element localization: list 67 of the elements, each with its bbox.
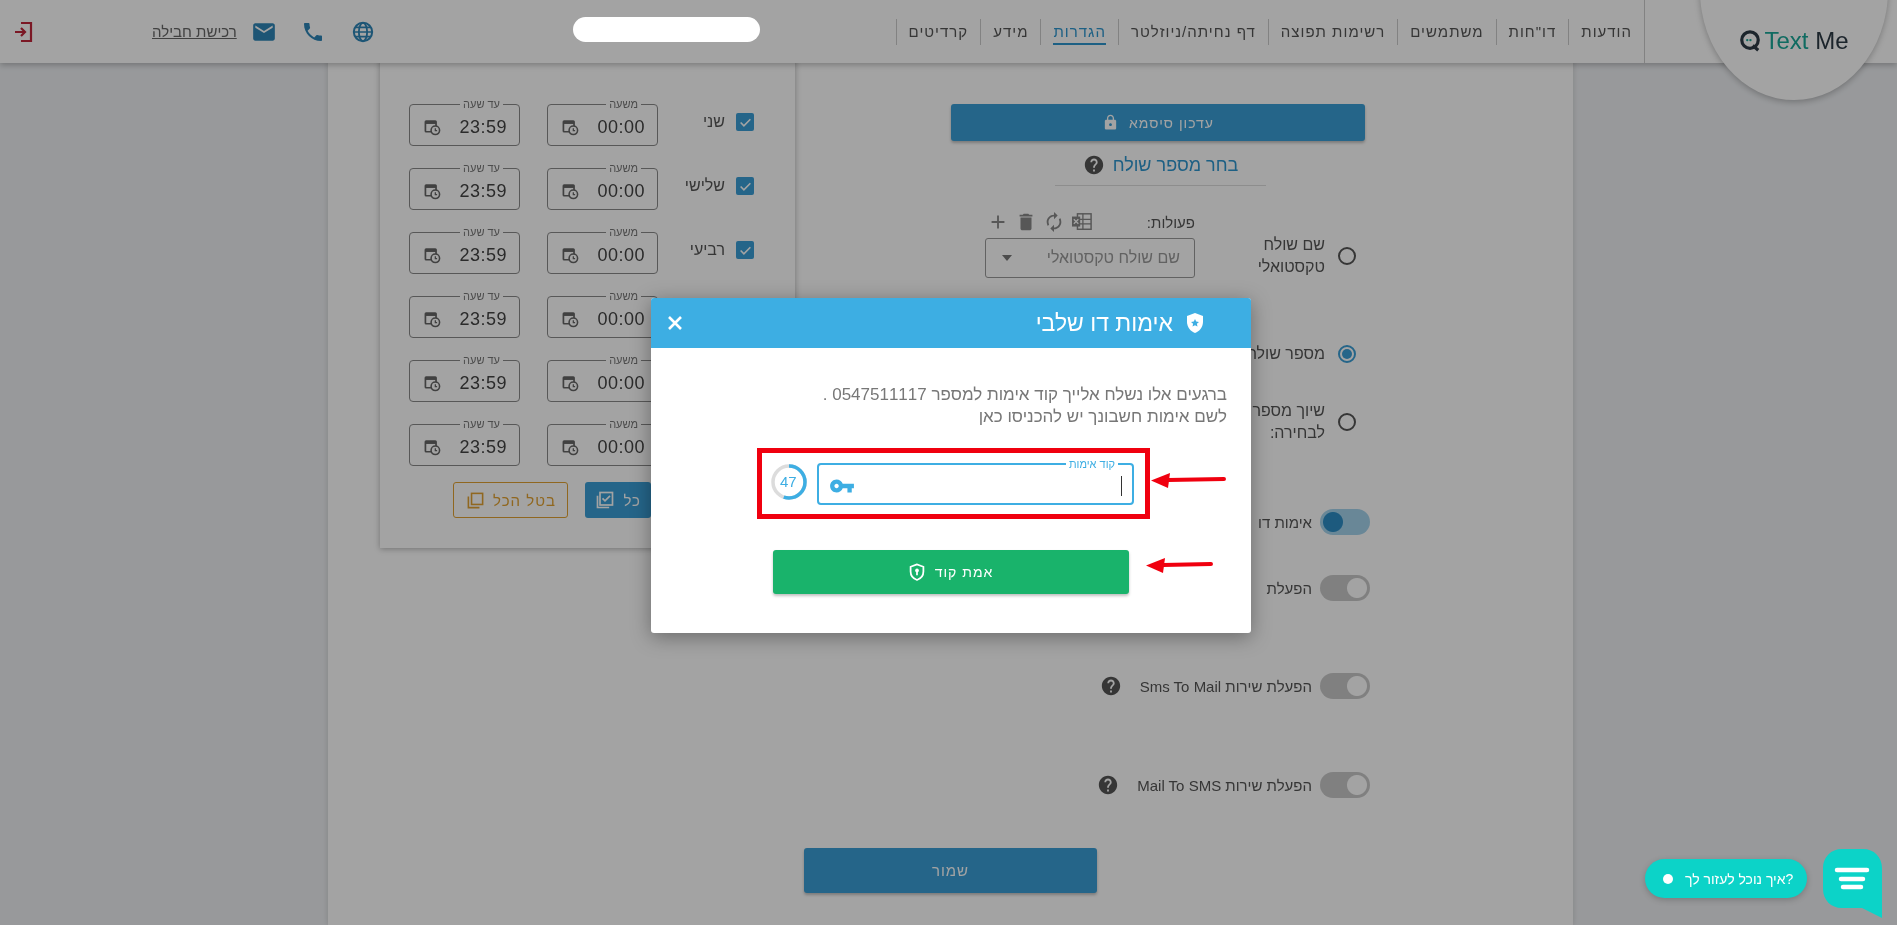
- radio-button[interactable]: [1338, 413, 1356, 431]
- radio-label: שם שולח טקסטואלי: [1256, 235, 1325, 277]
- toggle-label: הפעלת: [1266, 579, 1312, 597]
- logo-icon: [1739, 30, 1762, 52]
- help-icon: [1082, 154, 1105, 176]
- toggle-label: הפעלת שירות Mail To SMS: [1137, 776, 1312, 794]
- nav-tab[interactable]: משתמשים: [1397, 18, 1496, 45]
- toggle-switch[interactable]: [1320, 575, 1370, 601]
- countdown-ring: [770, 462, 808, 501]
- radio-button[interactable]: [1338, 247, 1356, 265]
- nav-tab[interactable]: רשימות תפוצה: [1267, 18, 1398, 45]
- code-input-field[interactable]: קוד אימות: [817, 458, 1134, 505]
- clock-calendar-icon: [562, 119, 579, 136]
- checklist-icon: [595, 490, 616, 510]
- radio-button[interactable]: [1338, 345, 1356, 363]
- caret-icon: [1002, 255, 1012, 261]
- actions-label: פעולות:: [1146, 213, 1195, 231]
- clock-calendar-icon: [424, 311, 441, 328]
- toggle-label: הפעלת שירות Sms To Mail: [1139, 677, 1312, 695]
- nav-tab[interactable]: דו"חות: [1495, 18, 1569, 45]
- nav-tab[interactable]: דף נחיתה/ניוזלטר: [1117, 18, 1268, 45]
- update-password-button[interactable]: עדכון סיסמא: [951, 104, 1365, 141]
- clock-calendar-icon: [424, 247, 441, 264]
- clock-calendar-icon: [424, 375, 441, 392]
- radio-label: שיוך מספר לבחירה:: [1252, 401, 1325, 443]
- select-all-button[interactable]: כל: [585, 482, 651, 518]
- nav-tab[interactable]: הודעות: [1568, 18, 1644, 45]
- clock-calendar-icon: [424, 439, 441, 456]
- lock-icon: [1102, 114, 1119, 131]
- clock-calendar-icon: [562, 247, 579, 264]
- clock-calendar-icon: [424, 119, 441, 136]
- logo-text: Text Me: [1764, 27, 1849, 55]
- shield-star-icon: [1185, 312, 1205, 334]
- toggle-switch[interactable]: [1320, 509, 1370, 535]
- checkbox[interactable]: [736, 113, 754, 131]
- toggle-label: אימות דו: [1258, 513, 1312, 531]
- nav-tab[interactable]: הגדרות: [1040, 18, 1118, 45]
- clock-calendar-icon: [562, 375, 579, 392]
- toggle-switch[interactable]: [1320, 772, 1370, 798]
- shield-key-icon: [908, 563, 925, 581]
- day-label: שלישי: [683, 177, 726, 195]
- dialog-text: לשם אימות חשבונך יש להכניסו כאן: [977, 406, 1227, 428]
- copy-icon: [466, 490, 485, 510]
- chat-bubble-icon[interactable]: [1822, 848, 1883, 919]
- clock-calendar-icon: [424, 183, 441, 200]
- clock-calendar-icon: [562, 183, 579, 200]
- clock-calendar-icon: [562, 311, 579, 328]
- buy-package-link[interactable]: רכישת חבילה: [152, 23, 237, 40]
- verify-code-button[interactable]: אמת קוד: [773, 550, 1129, 594]
- globe-icon[interactable]: [351, 20, 374, 43]
- toggle-switch[interactable]: [1320, 673, 1370, 699]
- countdown-number: 47: [780, 473, 797, 490]
- dialog-title: אימות דו שלבי: [1034, 309, 1173, 337]
- save-button[interactable]: שמור: [804, 848, 1097, 893]
- day-label: שני: [701, 113, 726, 131]
- spreadsheet-icon[interactable]: [1071, 212, 1093, 232]
- close-icon: [667, 315, 683, 331]
- clock-calendar-icon: [562, 439, 579, 456]
- day-label: רביעי: [688, 241, 726, 259]
- nav-tab[interactable]: מידע: [980, 18, 1041, 45]
- dialog-text: ברגעים אלו נשלח אלייך קוד אימות למספר 0547511117 .: [821, 384, 1227, 406]
- checkbox[interactable]: [736, 241, 754, 259]
- nav-tab[interactable]: קרדיטים: [895, 18, 981, 45]
- section-title: בחר מספר שולח: [1112, 154, 1239, 176]
- checkbox[interactable]: [736, 177, 754, 195]
- annotation-arrow: [1145, 556, 1213, 574]
- logout-icon[interactable]: [14, 20, 34, 43]
